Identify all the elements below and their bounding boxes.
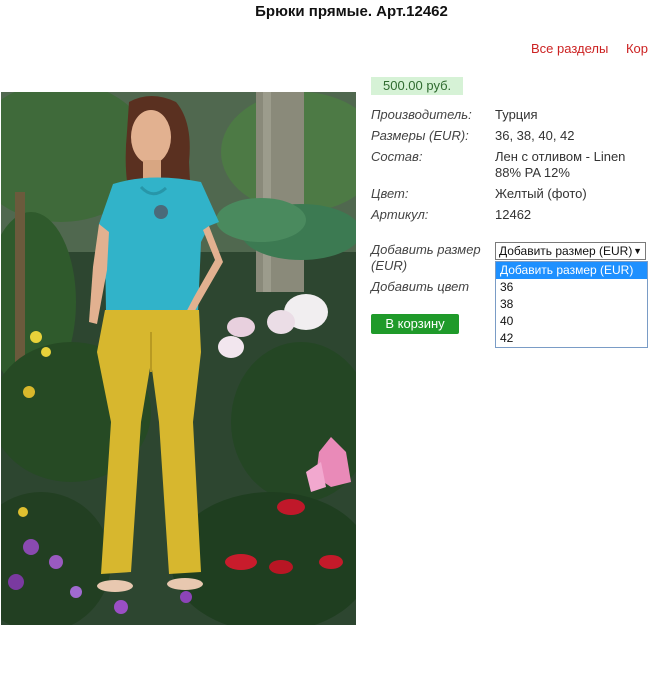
add-color-label: Добавить цвет <box>371 279 470 294</box>
size-option[interactable]: 40 <box>496 313 647 330</box>
spec-label: Состав: <box>371 149 423 164</box>
spec-label: Артикул: <box>371 207 429 222</box>
spec-value: Желтый (фото) <box>495 186 587 201</box>
add-to-cart-button[interactable]: В корзину <box>371 314 459 334</box>
size-dropdown-list: Добавить размер (EUR) 36 38 40 42 <box>495 261 648 348</box>
spec-value: Лен с отливом - Linen 88% PA 12% <box>495 149 626 180</box>
spec-row-color: Цвет: Желтый (фото) <box>371 186 651 207</box>
size-option[interactable]: 38 <box>496 296 647 313</box>
spec-row-composition: Состав: Лен с отливом - Linen 88% PA 12% <box>371 149 651 186</box>
chevron-down-icon: ▼ <box>633 246 642 256</box>
price-badge: 500.00 руб. <box>371 77 464 95</box>
spec-row-manufacturer: Производитель: Турция <box>371 107 651 128</box>
nav-link-all-sections[interactable]: Все разделы <box>531 41 608 56</box>
spec-value: 36, 38, 40, 42 <box>495 128 575 143</box>
size-option[interactable]: 42 <box>496 330 647 347</box>
page-title: Брюки прямые. Арт.12462 <box>255 3 448 20</box>
spec-label: Производитель: <box>371 107 472 122</box>
size-option[interactable]: Добавить размер (EUR) <box>496 262 647 279</box>
spec-value: 12462 <box>495 207 532 222</box>
size-select-value: Добавить размер (EUR) <box>499 244 633 258</box>
size-select[interactable]: Добавить размер (EUR) ▼ <box>495 242 646 260</box>
product-photo <box>1 92 356 625</box>
spec-label: Цвет: <box>371 186 409 201</box>
top-navigation: Все разделы Кор <box>531 41 653 56</box>
spec-label: Размеры (EUR): <box>371 128 469 143</box>
nav-link-cart[interactable]: Кор <box>626 41 648 56</box>
add-size-label: Добавить размер (EUR) <box>371 242 481 273</box>
product-specs: Производитель: Турция Размеры (EUR): 36,… <box>371 107 651 228</box>
spec-row-sizes: Размеры (EUR): 36, 38, 40, 42 <box>371 128 651 149</box>
spec-row-article: Артикул: 12462 <box>371 207 651 228</box>
size-option[interactable]: 36 <box>496 279 647 296</box>
spec-value: Турция <box>495 107 538 122</box>
